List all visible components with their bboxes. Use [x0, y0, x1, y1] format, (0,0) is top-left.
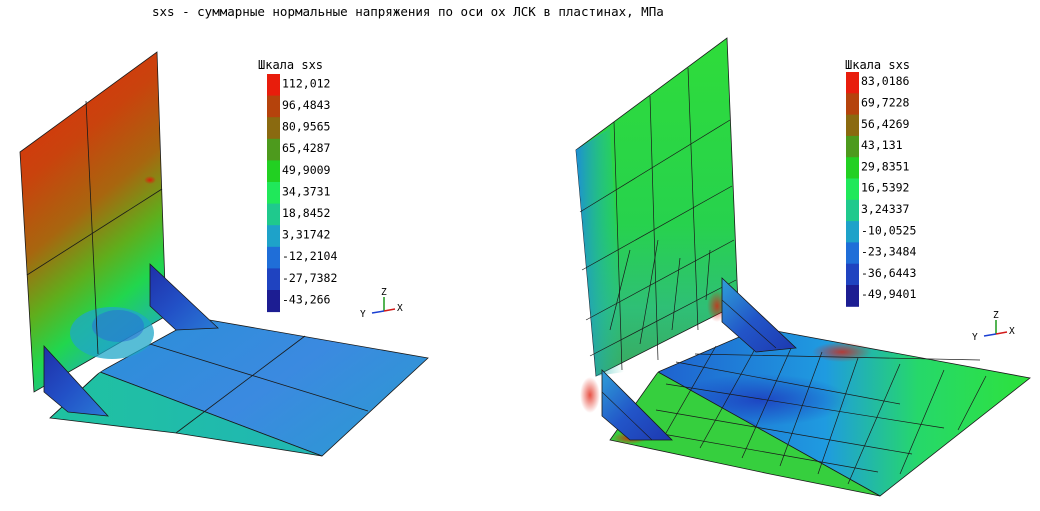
right-scale-tick-label: 83,0186 — [861, 74, 910, 88]
right-scale-swatch — [846, 263, 859, 286]
right-axis-x-label: X — [1009, 326, 1015, 337]
left-scale-swatch — [267, 117, 280, 140]
left-scale-bar — [267, 74, 280, 313]
left-scale-swatch — [267, 182, 280, 205]
left-scale-tick-label: -27,7382 — [282, 271, 337, 285]
right-scale-bar — [846, 72, 859, 307]
right-model — [575, 37, 1031, 497]
left-scale-swatch — [267, 246, 280, 269]
right-scale-swatch — [846, 242, 859, 265]
right-scale-swatch — [846, 72, 859, 94]
right-scale-swatch — [846, 114, 859, 137]
left-scale-swatch — [267, 225, 280, 248]
left-scale-tick-label: 49,9009 — [282, 163, 331, 177]
left-scale-title: Шкала sxs — [258, 58, 323, 72]
left-scale-swatch — [267, 268, 280, 291]
left-scale-tick-label: 3,31742 — [282, 228, 330, 242]
left-scale-tick-label: -12,2104 — [282, 249, 337, 263]
left-scale-tick-label: 65,4287 — [282, 141, 331, 155]
right-color-scale: Шкала sxs 83,0186 69,7228 56,4269 43,131 29,… — [845, 58, 916, 307]
right-scale-swatch — [846, 135, 859, 158]
right-scale-tick-label: -23,3484 — [861, 245, 916, 259]
left-scale-swatch — [267, 138, 280, 161]
right-scale-swatch — [846, 221, 859, 243]
left-scale-swatch — [267, 160, 280, 183]
left-scale-labels: 112,012 96,4843 80,9565 65,4287 49,9009 34,37… — [282, 76, 337, 306]
right-scale-title: Шкала sxs — [845, 58, 910, 72]
right-scale-tick-label: 3,24337 — [861, 202, 910, 216]
right-scale-swatch — [846, 93, 859, 116]
left-scale-swatch — [267, 95, 280, 118]
left-axis-z-label: Z — [381, 287, 387, 298]
right-scale-swatch — [846, 285, 859, 307]
left-model — [19, 51, 429, 457]
right-scale-swatch — [846, 178, 859, 201]
right-scale-tick-label: 56,4269 — [861, 117, 910, 131]
left-scale-swatch — [267, 74, 280, 97]
left-scale-swatch — [267, 203, 280, 226]
left-scale-tick-label: -43,266 — [282, 292, 331, 306]
left-axis-y-label: Y — [360, 309, 366, 320]
left-scale-tick-label: 34,3731 — [282, 184, 331, 198]
right-axis-z-label: Z — [993, 310, 999, 321]
right-scale-swatch — [846, 157, 859, 179]
left-axis-x-label: X — [397, 303, 403, 314]
right-scale-tick-label: 69,7228 — [861, 96, 910, 110]
left-scale-tick-label: 112,012 — [282, 76, 330, 90]
right-scale-tick-label: 43,131 — [861, 138, 903, 152]
right-axis-triad: Z X Y — [972, 310, 1015, 343]
right-scale-labels: 83,0186 69,7228 56,4269 43,131 29,8351 16,539… — [861, 74, 916, 301]
left-axis-triad: Z X Y — [360, 287, 403, 320]
right-scale-tick-label: 29,8351 — [861, 159, 910, 173]
left-scale-tick-label: 18,8452 — [282, 206, 330, 220]
right-axis-y-label: Y — [972, 332, 978, 343]
left-scale-swatch — [267, 290, 280, 313]
stress-contour-figure: sxs - суммарные нормальные напряжения по… — [19, 4, 1031, 497]
right-scale-tick-label: -49,9401 — [861, 287, 916, 301]
left-scale-tick-label: 96,4843 — [282, 98, 331, 112]
right-scale-swatch — [846, 199, 859, 222]
right-scale-tick-label: -10,0525 — [861, 223, 916, 237]
left-scale-tick-label: 80,9565 — [282, 120, 330, 134]
right-scale-tick-label: 16,5392 — [861, 181, 909, 195]
left-color-scale: Шкала sxs 112,012 96,4843 80,9565 65,4287 49… — [258, 58, 337, 313]
right-scale-tick-label: -36,6443 — [861, 266, 916, 280]
figure-title: sxs - суммарные нормальные напряжения по… — [152, 4, 664, 19]
